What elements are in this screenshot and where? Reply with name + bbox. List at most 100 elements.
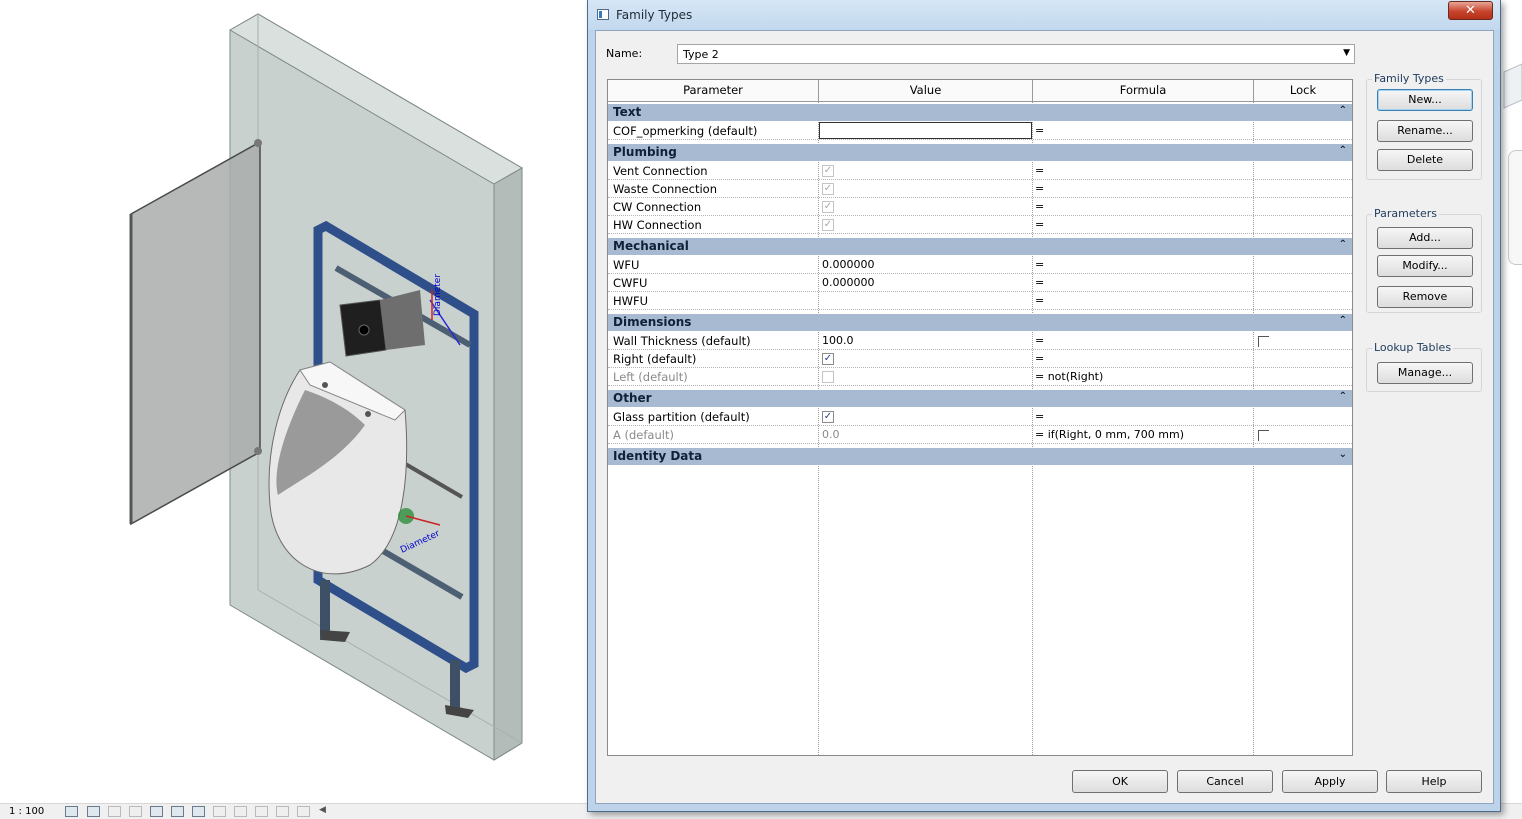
waste-connection-checkbox: ✓ (822, 183, 834, 195)
column-header-value[interactable]: Value (819, 80, 1033, 102)
type-name-dropdown[interactable]: Type 2 ▼ (677, 44, 1355, 64)
param-name: Right (default) (613, 352, 697, 366)
param-formula[interactable]: = (1035, 294, 1044, 307)
crop-view-icon[interactable] (150, 806, 163, 817)
temporary-hide-icon[interactable] (213, 806, 226, 817)
param-row-hw-connection[interactable]: HW Connection ✓ = (608, 216, 1352, 234)
apply-button[interactable]: Apply (1282, 770, 1378, 793)
ok-button[interactable]: OK (1072, 770, 1168, 793)
hw-connection-checkbox: ✓ (822, 219, 834, 231)
param-row-cw-connection[interactable]: CW Connection ✓ = (608, 198, 1352, 216)
dialog-window-icon (597, 9, 609, 20)
visual-style-icon[interactable] (87, 806, 100, 817)
close-button[interactable]: ✕ (1448, 1, 1493, 20)
reveal-hidden-icon[interactable] (234, 806, 247, 817)
collapse-chevron-icon[interactable]: ⌃ (1339, 239, 1347, 250)
group-dimensions[interactable]: Dimensions ⌃ (608, 314, 1352, 332)
param-formula[interactable]: = (1035, 164, 1044, 177)
cw-connection-checkbox: ✓ (822, 201, 834, 213)
param-formula[interactable]: = (1035, 124, 1044, 137)
group-text[interactable]: Text ⌃ (608, 104, 1352, 122)
param-formula[interactable]: = (1035, 334, 1044, 347)
param-row-wall-thickness[interactable]: Wall Thickness (default) 100.0 = (608, 332, 1352, 350)
new-type-button[interactable]: New... (1377, 89, 1473, 111)
param-name: CW Connection (613, 200, 702, 214)
param-row-left[interactable]: Left (default) = not(Right) (608, 368, 1352, 386)
shadows-icon[interactable] (129, 806, 142, 817)
manage-lookup-tables-button[interactable]: Manage... (1377, 362, 1473, 384)
param-row-hwfu[interactable]: HWFU = (608, 292, 1352, 310)
detail-level-icon[interactable] (65, 806, 78, 817)
column-header-lock[interactable]: Lock (1254, 80, 1352, 102)
help-button[interactable]: Help (1386, 770, 1482, 793)
modify-parameter-button[interactable]: Modify... (1377, 255, 1473, 277)
cancel-button[interactable]: Cancel (1177, 770, 1273, 793)
param-row-vent-connection[interactable]: Vent Connection ✓ = (608, 162, 1352, 180)
delete-type-button[interactable]: Delete (1377, 149, 1473, 171)
scroll-left-arrow-icon[interactable]: ◀ (319, 805, 326, 815)
analytical-model-icon[interactable] (255, 806, 268, 817)
a-lock-checkbox[interactable] (1258, 430, 1269, 441)
param-row-cof-opmerking[interactable]: COF_opmerking (default) = (608, 122, 1352, 140)
param-formula[interactable]: = (1035, 258, 1044, 271)
lock-view-icon[interactable] (192, 806, 205, 817)
param-formula[interactable]: = (1035, 410, 1044, 423)
cof-opmerking-value-input[interactable] (819, 122, 1032, 139)
dialog-title: Family Types (616, 8, 693, 22)
group-label: Identity Data (613, 449, 703, 463)
add-parameter-button[interactable]: Add... (1377, 227, 1473, 249)
param-row-wfu[interactable]: WFU 0.000000 = (608, 256, 1352, 274)
param-row-glass-partition[interactable]: Glass partition (default) ✓ = (608, 408, 1352, 426)
param-formula[interactable]: = (1035, 218, 1044, 231)
dialog-titlebar[interactable]: Family Types ✕ (588, 0, 1500, 30)
right-checkbox[interactable]: ✓ (822, 353, 834, 365)
param-name: Waste Connection (613, 182, 717, 196)
param-name: A (default) (613, 428, 674, 442)
param-name: CWFU (613, 276, 648, 290)
highlight-displacement-icon[interactable] (297, 806, 310, 817)
remove-parameter-button[interactable]: Remove (1377, 286, 1473, 308)
show-crop-region-icon[interactable] (171, 806, 184, 817)
cwfu-value[interactable]: 0.000000 (822, 276, 875, 289)
param-formula[interactable]: = (1035, 352, 1044, 365)
group-other[interactable]: Other ⌃ (608, 390, 1352, 408)
view-cube[interactable] (1500, 60, 1522, 120)
group-label: Text (613, 105, 642, 119)
group-plumbing[interactable]: Plumbing ⌃ (608, 144, 1352, 162)
collapse-chevron-icon[interactable]: ⌃ (1339, 145, 1347, 156)
column-header-parameter[interactable]: Parameter (608, 80, 819, 102)
family-types-group: Family Types New... Rename... Delete (1366, 72, 1482, 180)
collapse-chevron-icon[interactable]: ⌃ (1339, 391, 1347, 402)
param-formula[interactable]: = if(Right, 0 mm, 700 mm) (1035, 428, 1184, 441)
collapse-chevron-icon[interactable]: ⌃ (1339, 315, 1347, 326)
param-formula[interactable]: = (1035, 276, 1044, 289)
constraints-icon[interactable] (276, 806, 289, 817)
wall-thickness-value[interactable]: 100.0 (822, 334, 854, 347)
collapse-chevron-icon[interactable]: ⌃ (1339, 105, 1347, 116)
param-row-waste-connection[interactable]: Waste Connection ✓ = (608, 180, 1352, 198)
wfu-value[interactable]: 0.000000 (822, 258, 875, 271)
type-name-value: Type 2 (683, 48, 719, 61)
group-label: Dimensions (613, 315, 692, 329)
group-identity-data[interactable]: Identity Data ⌄ (608, 448, 1352, 466)
family-types-group-title: Family Types (1372, 72, 1446, 85)
param-formula[interactable]: = (1035, 182, 1044, 195)
3d-viewport[interactable]: Diameter Diameter (0, 0, 588, 805)
view-scale[interactable]: 1 : 100 (9, 806, 44, 817)
param-name: Left (default) (613, 370, 688, 384)
navigation-bar[interactable] (1508, 150, 1522, 265)
param-formula[interactable]: = not(Right) (1035, 370, 1103, 383)
column-header-formula[interactable]: Formula (1033, 80, 1254, 102)
glass-partition-checkbox[interactable]: ✓ (822, 411, 834, 423)
expand-chevron-icon[interactable]: ⌄ (1339, 449, 1347, 460)
rename-type-button[interactable]: Rename... (1377, 120, 1473, 142)
param-formula[interactable]: = (1035, 200, 1044, 213)
param-row-cwfu[interactable]: CWFU 0.000000 = (608, 274, 1352, 292)
group-mechanical[interactable]: Mechanical ⌃ (608, 238, 1352, 256)
wall-thickness-lock-checkbox[interactable] (1258, 336, 1269, 347)
param-row-right[interactable]: Right (default) ✓ = (608, 350, 1352, 368)
param-name: Wall Thickness (default) (613, 334, 751, 348)
urinal-3d-model: Diameter Diameter (129, 13, 523, 761)
param-row-a[interactable]: A (default) 0.0 = if(Right, 0 mm, 700 mm… (608, 426, 1352, 444)
sun-path-icon[interactable] (108, 806, 121, 817)
